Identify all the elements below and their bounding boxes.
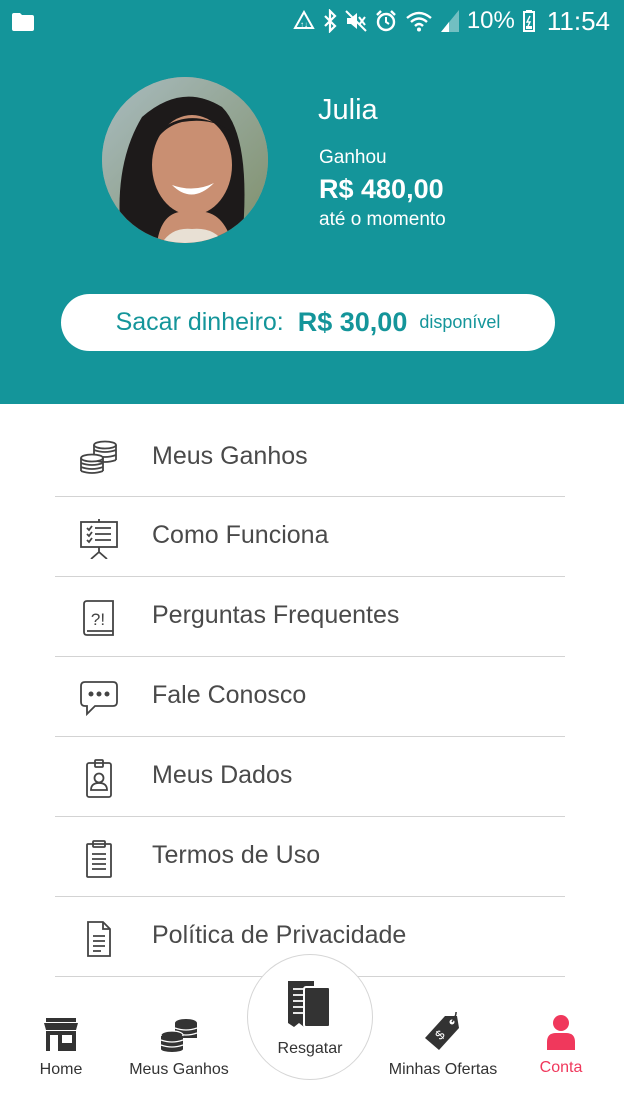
account-menu: Meus Ganhos Como Funciona ?! Perguntas F… (55, 418, 565, 977)
menu-item-meus-dados[interactable]: Meus Dados (55, 737, 565, 817)
coins-icon (79, 440, 119, 476)
price-tag-icon: $ (382, 1007, 504, 1057)
profile-header: ↑↓ 10% 11:54 Julia Ganhou R$ 480,00 até … (0, 0, 624, 404)
earned-label: Ganhou (319, 147, 387, 168)
nav-home-label: Home (39, 1061, 83, 1078)
folder-icon (12, 10, 34, 38)
nav-minhas-ofertas[interactable]: $ Minhas Ofertas (382, 1007, 504, 1079)
svg-text:?!: ?! (91, 610, 105, 629)
id-badge-icon (79, 759, 119, 798)
chat-bubble-icon (79, 679, 119, 717)
user-icon (534, 1015, 588, 1055)
resgatar-button[interactable]: Resgatar (247, 954, 373, 1080)
nav-home[interactable]: Home (30, 1018, 92, 1079)
menu-item-meus-ganhos[interactable]: Meus Ganhos (55, 418, 565, 497)
menu-item-label: Política de Privacidade (152, 921, 407, 949)
svg-text:↑↓: ↑↓ (300, 20, 308, 29)
mute-icon (345, 10, 367, 32)
menu-item-fale-conosco[interactable]: Fale Conosco (55, 657, 565, 737)
wifi-icon (405, 10, 433, 32)
nav-minhas-ofertas-label: Minhas Ofertas (388, 1061, 498, 1078)
bluetooth-icon (323, 9, 337, 33)
clock: 11:54 (546, 5, 610, 36)
withdraw-amount: R$ 30,00 (297, 307, 408, 337)
menu-item-como-funciona[interactable]: Como Funciona (55, 497, 565, 577)
presentation-board-icon (79, 519, 119, 560)
signal-icon (440, 10, 459, 32)
menu-item-perguntas-frequentes[interactable]: ?! Perguntas Frequentes (55, 577, 565, 657)
menu-item-label: Meus Ganhos (152, 442, 308, 470)
nav-conta[interactable]: Conta (534, 1015, 588, 1077)
profile-name: Julia (318, 94, 378, 126)
profile-avatar[interactable] (102, 77, 268, 243)
withdraw-available-label: disponível (419, 312, 501, 332)
nav-meus-ganhos-label: Meus Ganhos (129, 1061, 229, 1078)
battery-percentage: 10% (466, 7, 515, 34)
menu-item-label: Fale Conosco (152, 681, 307, 709)
withdraw-money-button[interactable]: Sacar dinheiro: R$ 30,00 disponível (61, 294, 555, 351)
earned-subtitle: até o momento (319, 209, 446, 230)
battery-icon (522, 10, 535, 32)
menu-item-termos-de-uso[interactable]: Termos de Uso (55, 817, 565, 897)
menu-item-label: Perguntas Frequentes (152, 601, 400, 629)
menu-item-label: Como Funciona (152, 521, 329, 549)
menu-item-label: Meus Dados (152, 761, 293, 789)
nav-meus-ganhos[interactable]: Meus Ganhos (126, 1018, 232, 1079)
storefront-icon (30, 1018, 92, 1057)
coins-icon (126, 1018, 232, 1057)
clipboard-icon (79, 839, 119, 878)
menu-item-label: Termos de Uso (152, 841, 321, 869)
alarm-icon (375, 10, 397, 32)
earned-amount: R$ 480,00 (319, 174, 444, 204)
nav-conta-label: Conta (539, 1059, 583, 1076)
faq-book-icon: ?! (79, 599, 119, 636)
data-saver-icon: ↑↓ (293, 10, 315, 32)
document-icon (79, 919, 119, 957)
status-bar: ↑↓ 10% 11:54 (0, 0, 624, 44)
resgatar-label: Resgatar (277, 1040, 343, 1057)
redeem-voucher-icon (286, 979, 332, 1036)
withdraw-label: Sacar dinheiro: (115, 308, 284, 336)
